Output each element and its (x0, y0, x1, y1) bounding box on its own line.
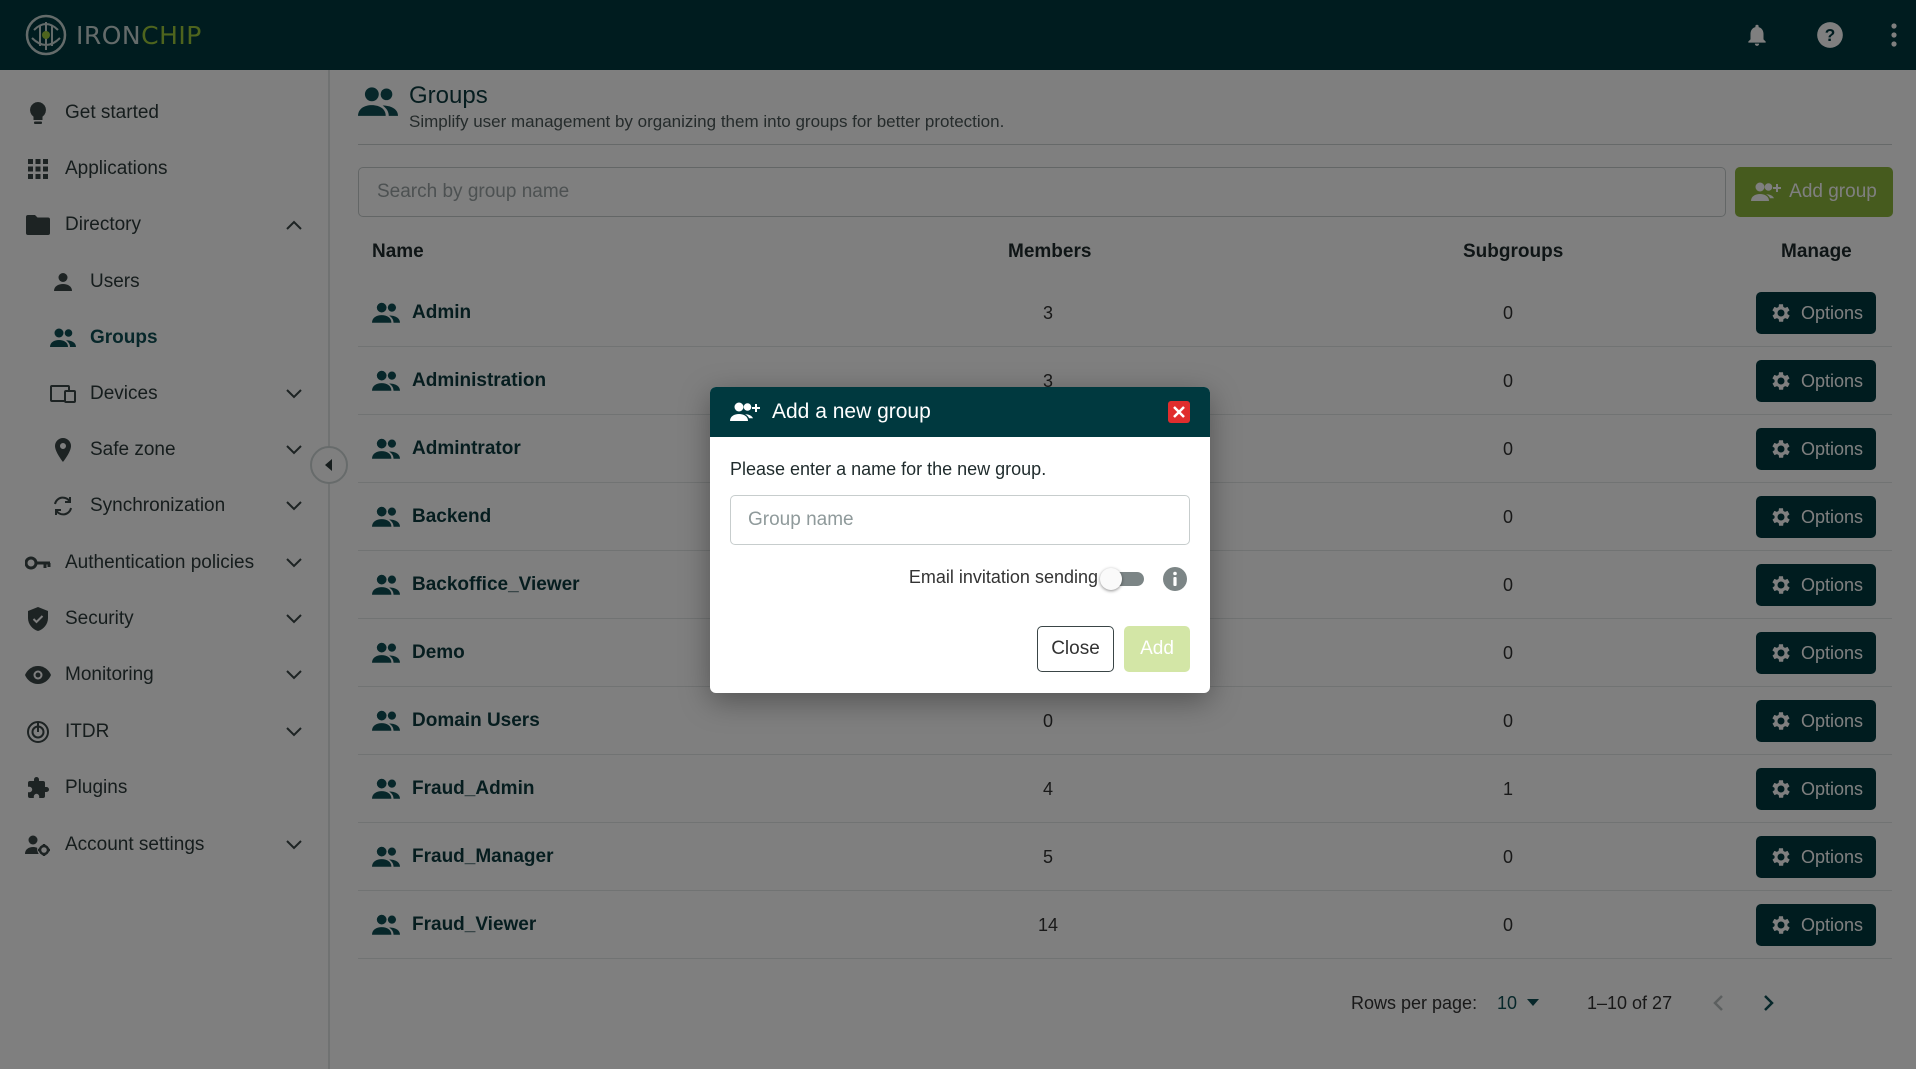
toggle-knob (1100, 568, 1122, 590)
dialog-close-icon[interactable] (1168, 401, 1190, 423)
add-group-icon (730, 402, 760, 421)
dialog-header: Add a new group (710, 387, 1210, 437)
email-invitation-label: Email invitation sending (908, 567, 1098, 587)
close-button[interactable]: Close (1037, 626, 1114, 672)
dialog-title: Add a new group (772, 400, 931, 423)
group-name-input[interactable] (730, 495, 1190, 545)
info-icon[interactable] (1162, 566, 1188, 597)
add-button[interactable]: Add (1124, 626, 1190, 672)
dialog-prompt: Please enter a name for the new group. (730, 459, 1047, 479)
email-invitation-toggle[interactable] (1100, 568, 1146, 590)
add-group-dialog: Add a new group Please enter a name for … (710, 387, 1210, 693)
